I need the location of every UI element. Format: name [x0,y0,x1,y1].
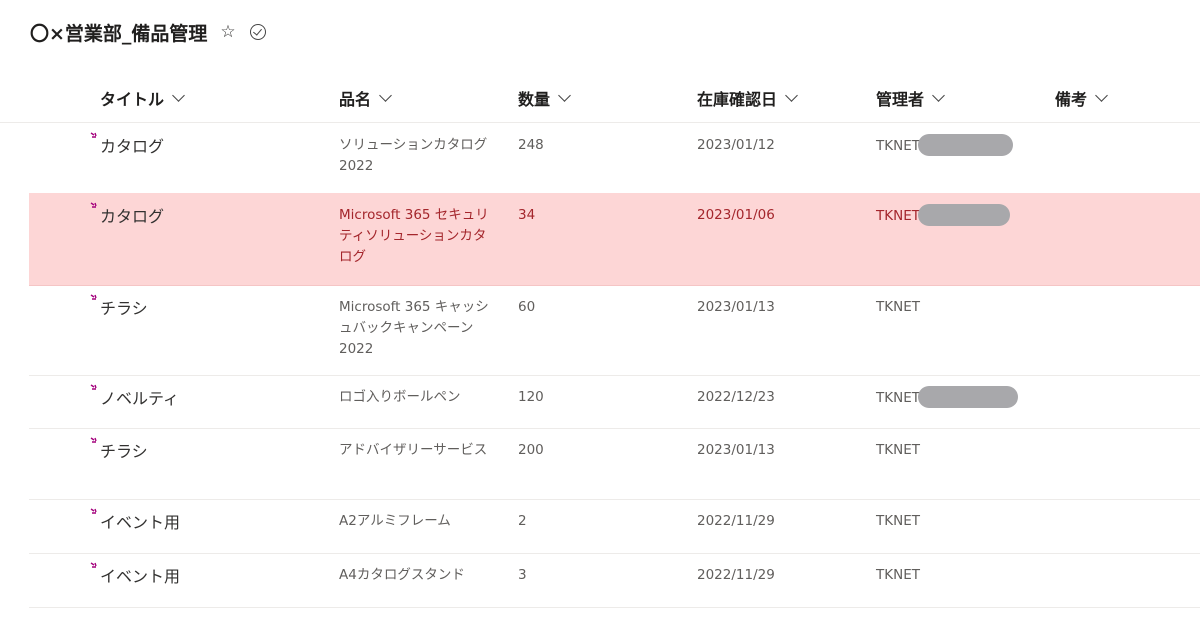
chevron-down-icon [932,89,945,102]
new-item-icon [90,384,97,390]
stock-date-cell: 2023/01/13 [697,442,775,458]
name-cell: アドバイザリーサービス [339,442,488,458]
chevron-down-icon [785,89,798,102]
column-header-label: 在庫確認日 [697,90,778,109]
name-cell: Microsoft 365 キャッシュバックキャンペーン2022 [339,299,489,357]
table-row[interactable]: イベント用 A4カタログスタンド 3 2022/11/29 TKNET [29,553,1200,608]
name-cell: Microsoft 365 セキュリティソリューションカタログ [339,207,489,265]
manager-name: TKNET [876,442,920,458]
new-item-icon [90,294,97,300]
page-title: 〇×営業部_備品管理 [30,22,208,45]
title-text[interactable]: チラシ [100,441,148,462]
manager-cell: TKNET [876,297,920,318]
name-cell: ソリューションカタログ2022 [339,137,488,174]
manager-name: TKNET [876,208,920,224]
column-header-label: 備考 [1055,90,1088,109]
new-item-icon [90,132,97,138]
title-text[interactable]: イベント用 [100,512,180,533]
name-cell: ロゴ入りボールペン [339,389,461,405]
chevron-down-icon [1095,89,1108,102]
manager-name: TKNET [876,567,920,583]
manager-name: TKNET [876,299,920,315]
column-header-title[interactable]: タイトル [100,86,185,110]
table-row[interactable]: チラシ Microsoft 365 キャッシュバックキャンペーン2022 60 202… [29,285,1200,376]
star-icon[interactable]: ☆ [220,22,235,42]
manager-cell: TKNET [876,134,1013,157]
manager-cell: TKNET [876,386,1018,409]
stock-date-cell: 2022/12/23 [697,389,775,405]
quantity-cell: 200 [518,442,544,458]
title-text[interactable]: チラシ [100,298,148,319]
stock-date-cell: 2022/11/29 [697,567,775,583]
stock-date-cell: 2022/11/29 [697,513,775,529]
name-cell: A4カタログスタンド [339,567,465,583]
quantity-cell: 34 [518,207,536,223]
column-header-manager[interactable]: 管理者 [876,86,945,110]
redacted-name [917,134,1013,156]
manager-cell: TKNET [876,440,920,461]
column-header-label: 管理者 [876,90,925,109]
manager-cell: TKNET [876,204,1010,227]
title-cell[interactable]: チラシ [90,437,148,462]
title-cell[interactable]: イベント用 [90,508,180,533]
redacted-name [917,386,1018,408]
column-header-quantity[interactable]: 数量 [518,86,571,110]
manager-cell: TKNET [876,565,920,586]
table-row[interactable]: カタログ Microsoft 365 セキュリティソリューションカタログ 34 202… [29,193,1200,286]
title-text[interactable]: イベント用 [100,566,180,587]
quantity-cell: 3 [518,567,527,583]
redacted-name [917,204,1010,226]
stock-date-cell: 2023/01/06 [697,207,775,223]
table-row[interactable]: ノベルティ ロゴ入りボールペン 120 2022/12/23 TKNET [29,375,1200,429]
quantity-cell: 248 [518,137,544,153]
title-cell[interactable]: ノベルティ [90,384,179,409]
column-header-row: タイトル 品名 数量 在庫確認日 管理者 備考 [0,72,1200,123]
new-item-icon [90,562,97,568]
chevron-down-icon [558,89,571,102]
quantity-cell: 120 [518,389,544,405]
quantity-cell: 60 [518,299,536,315]
list-header: 〇×営業部_備品管理 ☆ [30,16,266,48]
title-text[interactable]: ノベルティ [100,388,179,409]
chevron-down-icon [379,89,392,102]
name-cell: A2アルミフレーム [339,513,451,529]
quantity-cell: 2 [518,513,527,529]
column-header-notes[interactable]: 備考 [1055,86,1108,110]
table-row[interactable]: イベント用 A2アルミフレーム 2 2022/11/29 TKNET [29,499,1200,554]
column-header-label: タイトル [100,90,165,109]
column-header-name[interactable]: 品名 [339,86,392,110]
title-text[interactable]: カタログ [100,136,164,157]
column-header-stock-date[interactable]: 在庫確認日 [697,86,798,110]
title-cell[interactable]: カタログ [90,202,164,227]
manager-name: TKNET [876,513,920,529]
title-cell[interactable]: チラシ [90,294,148,319]
list-view: 〇×営業部_備品管理 ☆ タイトル 品名 数量 在庫確認日 管理者 備考 カタロ… [0,0,1200,628]
title-cell[interactable]: イベント用 [90,562,180,587]
title-cell[interactable]: カタログ [90,132,164,157]
manager-cell: TKNET [876,511,920,532]
table-row[interactable]: チラシ アドバイザリーサービス 200 2023/01/13 TKNET [29,428,1200,500]
stock-date-cell: 2023/01/12 [697,137,775,153]
manager-name: TKNET [876,138,920,154]
stock-date-cell: 2023/01/13 [697,299,775,315]
column-header-label: 数量 [518,90,551,109]
title-text[interactable]: カタログ [100,206,164,227]
chevron-down-icon [172,89,185,102]
new-item-icon [90,508,97,514]
column-header-label: 品名 [339,90,372,109]
new-item-icon [90,202,97,208]
new-item-icon [90,437,97,443]
table-row[interactable]: カタログ ソリューションカタログ2022 248 2023/01/12 TKNET [29,123,1200,194]
check-circle-icon[interactable] [249,24,266,40]
manager-name: TKNET [876,390,920,406]
